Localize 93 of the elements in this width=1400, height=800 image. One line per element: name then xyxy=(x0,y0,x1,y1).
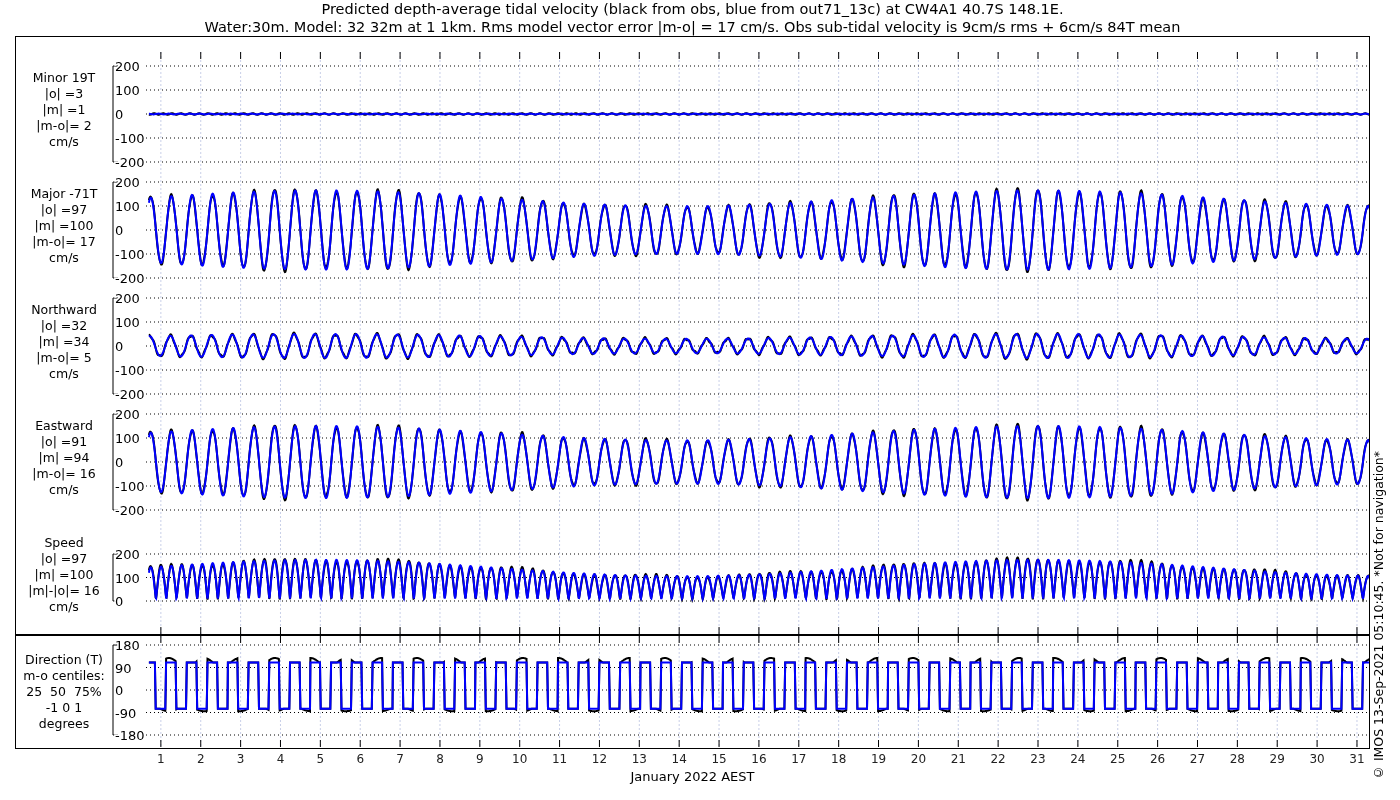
panel-label: |m| =94 xyxy=(38,450,90,466)
panel-label: m-o centiles: xyxy=(23,667,105,684)
y-tick-label: 200 xyxy=(115,291,140,306)
x-tick-label: 29 xyxy=(1269,752,1285,766)
panel-label: |m-o|= 16 xyxy=(32,466,96,482)
x-tick-label: 16 xyxy=(751,752,767,766)
panel-label: degrees xyxy=(38,715,90,732)
y-tick-label: 100 xyxy=(115,315,140,330)
x-tick-label: 31 xyxy=(1349,752,1365,766)
panel-label: Speed xyxy=(44,535,84,551)
copyright-note: © IMOS 13-Sep-2021 05:10:45. *Not for navigation* xyxy=(1370,450,1387,780)
x-tick-label: 23 xyxy=(1030,752,1046,766)
y-tick-label: 200 xyxy=(115,59,140,74)
x-tick-label: 26 xyxy=(1150,752,1166,766)
panel-label: Eastward xyxy=(35,418,93,434)
panel-label: cm/s xyxy=(49,366,79,382)
panel-label: Minor 19T xyxy=(32,70,96,86)
x-tick-label: 1 xyxy=(157,752,165,766)
y-tick-label: 100 xyxy=(115,570,140,586)
y-tick-label: -200 xyxy=(115,387,145,400)
panel-label: |m| =34 xyxy=(38,334,90,350)
x-tick-label: 2 xyxy=(196,752,205,766)
panel-label: |o| =32 xyxy=(40,318,88,334)
chart-title: Predicted depth-average tidal velocity (black from obs, blue from out71_13c) at CW4A1 40.7S 148.1E. xyxy=(321,1,1064,17)
x-tick-label: 28 xyxy=(1229,752,1245,766)
y-tick-label: -200 xyxy=(115,155,145,168)
x-tick-label: 13 xyxy=(631,752,647,766)
y-tick-label: 200 xyxy=(115,407,140,422)
x-tick-label: 15 xyxy=(711,752,727,766)
y-tick-label: -100 xyxy=(115,363,145,378)
x-tick-label: 20 xyxy=(910,752,927,766)
panel-label: |o| =97 xyxy=(40,551,88,567)
panel-label: cm/s xyxy=(49,599,79,615)
panel-label: cm/s xyxy=(49,482,79,498)
x-tick-label: 12 xyxy=(591,752,608,766)
y-tick-label: 0 xyxy=(115,683,124,698)
y-tick-label: 200 xyxy=(115,547,140,562)
x-axis-label: January 2022 AEST xyxy=(630,769,755,784)
y-tick-label: -180 xyxy=(115,728,145,743)
x-tick-label: 19 xyxy=(870,752,887,766)
panel-label: |m-o|= 5 xyxy=(36,350,92,366)
panel-label: |m|-|o|= 16 xyxy=(28,583,100,599)
x-tick-label: 3 xyxy=(236,752,245,766)
x-tick-label: 5 xyxy=(316,752,325,766)
y-tick-label: -90 xyxy=(115,705,137,721)
x-tick-label: 14 xyxy=(671,752,687,766)
x-tick-label: 6 xyxy=(356,752,365,766)
x-tick-label: 9 xyxy=(476,752,484,766)
panel-label: |o| =91 xyxy=(40,434,88,450)
y-tick-label: 100 xyxy=(115,83,140,98)
y-tick-label: 0 xyxy=(115,339,124,354)
y-tick-label: -100 xyxy=(115,247,145,262)
y-tick-label: 0 xyxy=(115,594,124,609)
y-tick-label: 100 xyxy=(115,199,140,214)
y-tick-label: 0 xyxy=(115,455,124,470)
y-tick-label: 0 xyxy=(115,223,124,238)
panel-label: Northward xyxy=(31,302,97,318)
x-tick-label: 18 xyxy=(831,752,847,766)
x-tick-label: 11 xyxy=(551,752,568,766)
x-tick-label: 24 xyxy=(1070,752,1086,766)
panel-label: -1 0 1 xyxy=(45,699,83,716)
y-tick-label: 200 xyxy=(115,175,140,190)
y-tick-label: -200 xyxy=(115,271,145,284)
x-tick-label: 7 xyxy=(396,752,404,766)
panel-label: 25 50 75% xyxy=(26,683,102,700)
x-tick-label: 30 xyxy=(1309,752,1325,766)
y-tick-label: 180 xyxy=(115,638,140,653)
panel-label: |o| =3 xyxy=(44,86,84,102)
y-tick-label: 100 xyxy=(115,431,140,446)
panel-label: |m| =100 xyxy=(34,218,94,234)
x-tick-label: 25 xyxy=(1110,752,1126,766)
y-tick-label: 0 xyxy=(115,107,124,122)
panel-label: |m| =1 xyxy=(42,102,86,118)
panel-label: Direction (T) xyxy=(25,651,103,668)
x-tick-label: 4 xyxy=(276,752,285,766)
y-tick-label: -100 xyxy=(115,479,145,494)
x-tick-label: 27 xyxy=(1189,752,1206,766)
x-tick-label: 17 xyxy=(791,752,807,766)
panel-label: |o| =97 xyxy=(40,202,88,218)
panel-label: Major -71T xyxy=(30,186,98,202)
chart-title: Water:30m. Model: 32 32m at 1 1km. Rms model vector error |m-o| = 17 cm/s. Obs sub-tidal velocity is 9cm/s rms + 6cm/s 84T mean xyxy=(204,19,1181,35)
x-tick-label: 21 xyxy=(950,752,966,766)
x-tick-label: 22 xyxy=(990,752,1006,766)
panel-label: |m-o|= 17 xyxy=(32,234,96,250)
x-tick-label: 8 xyxy=(436,752,444,766)
y-tick-label: 90 xyxy=(115,660,132,676)
y-tick-label: -200 xyxy=(115,503,145,516)
panel-label: |m| =100 xyxy=(34,567,94,583)
panel-label: cm/s xyxy=(49,134,79,150)
panel-label: |m-o|= 2 xyxy=(36,118,92,134)
x-tick-label: 10 xyxy=(512,752,528,766)
panel-label: cm/s xyxy=(49,250,79,266)
y-tick-label: -100 xyxy=(115,131,145,146)
